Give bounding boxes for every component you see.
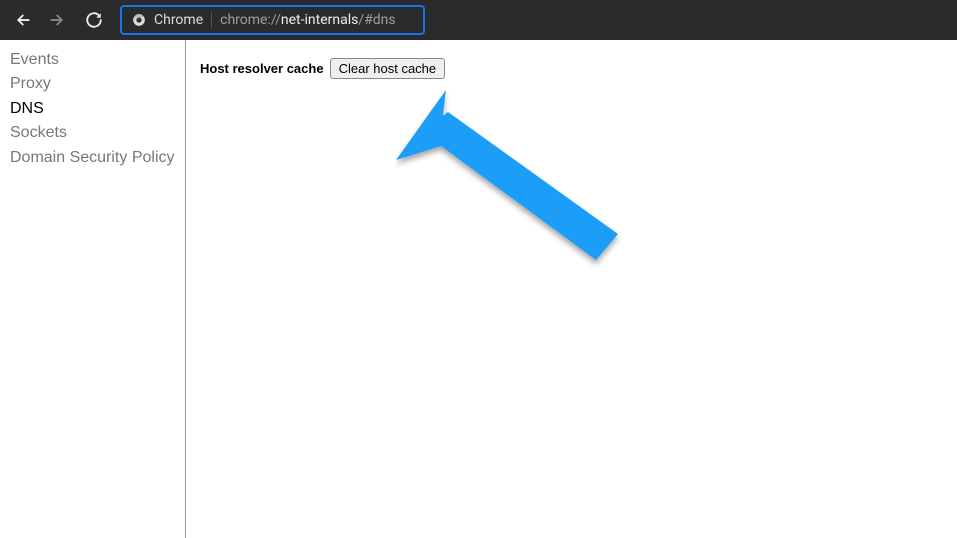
clear-host-cache-button[interactable]: Clear host cache xyxy=(330,58,446,79)
host-resolver-cache-label: Host resolver cache xyxy=(200,61,324,76)
host-resolver-cache-section: Host resolver cache Clear host cache xyxy=(200,58,943,79)
url-separator xyxy=(211,12,212,28)
reload-button[interactable] xyxy=(80,6,108,34)
sidebar-item-sockets[interactable]: Sockets xyxy=(0,121,185,145)
annotation-arrow-icon xyxy=(396,90,636,270)
url-scheme-label: Chrome xyxy=(154,12,203,28)
back-button[interactable] xyxy=(8,6,36,34)
forward-button[interactable] xyxy=(44,6,72,34)
sidebar-item-proxy[interactable]: Proxy xyxy=(0,72,185,96)
sidebar-item-domain-security-policy[interactable]: Domain Security Policy xyxy=(0,146,185,170)
url-text: chrome://net-internals/#dns xyxy=(220,12,395,28)
address-bar[interactable]: Chrome chrome://net-internals/#dns xyxy=(120,5,425,35)
content-area: Events Proxy DNS Sockets Domain Security… xyxy=(0,40,957,538)
main-panel: Host resolver cache Clear host cache xyxy=(186,40,957,538)
chrome-icon xyxy=(132,13,146,27)
browser-toolbar: Chrome chrome://net-internals/#dns xyxy=(0,0,957,40)
sidebar: Events Proxy DNS Sockets Domain Security… xyxy=(0,40,186,538)
sidebar-item-dns[interactable]: DNS xyxy=(0,97,185,121)
sidebar-item-events[interactable]: Events xyxy=(0,48,185,72)
